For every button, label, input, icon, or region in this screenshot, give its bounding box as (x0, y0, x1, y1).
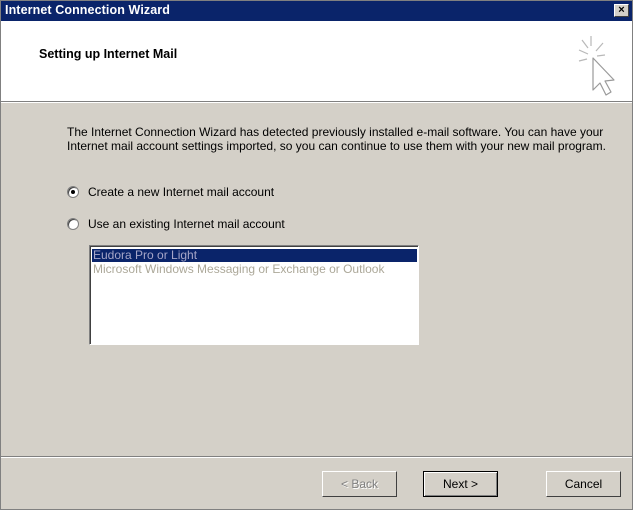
close-button[interactable]: × (614, 4, 629, 17)
radio-create-new[interactable] (67, 186, 79, 198)
close-icon: × (618, 4, 625, 16)
list-item[interactable]: Microsoft Windows Messaging or Exchange … (92, 263, 384, 276)
wizard-window: Internet Connection Wizard × Setting up … (0, 0, 633, 510)
option-use-existing-label[interactable]: Use an existing Internet mail account (88, 217, 285, 231)
window-title: Internet Connection Wizard (5, 3, 170, 17)
page-title: Setting up Internet Mail (39, 47, 178, 61)
list-item[interactable]: Eudora Pro or Light (92, 249, 417, 262)
mail-program-listbox[interactable]: Eudora Pro or Light Microsoft Windows Me… (89, 245, 419, 345)
title-bar[interactable]: Internet Connection Wizard × (1, 1, 632, 21)
radio-use-existing[interactable] (67, 218, 79, 230)
option-create-new-label[interactable]: Create a new Internet mail account (88, 185, 274, 199)
cancel-button[interactable]: Cancel (546, 471, 621, 497)
back-button[interactable]: < Back (322, 471, 397, 497)
pointer-cursor-sparkle-icon (578, 36, 615, 96)
wizard-header: Setting up Internet Mail (1, 21, 632, 101)
header-separator (1, 101, 632, 103)
footer-separator (1, 456, 632, 458)
next-button[interactable]: Next > (423, 471, 498, 497)
description-text: The Internet Connection Wizard has detec… (67, 125, 606, 153)
